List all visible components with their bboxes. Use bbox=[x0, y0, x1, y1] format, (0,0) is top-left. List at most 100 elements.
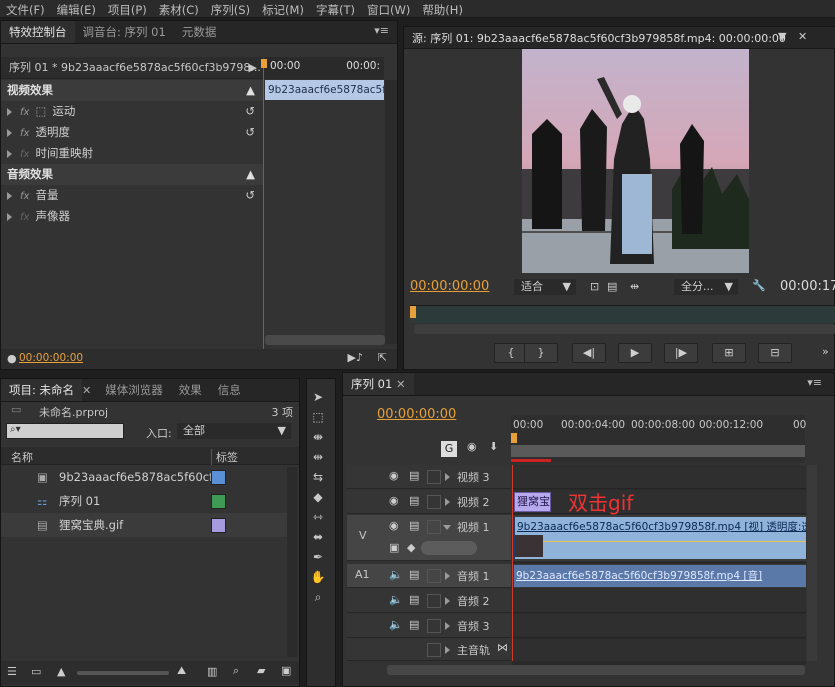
track-audio-2[interactable]: 🔈 ▤ 音频 2 bbox=[347, 589, 511, 613]
lock-box[interactable] bbox=[427, 594, 441, 608]
effect-timeremap-row[interactable]: fx 时间重映射 bbox=[1, 143, 263, 164]
source-dropdown-icon[interactable]: ▼ bbox=[778, 30, 786, 43]
effects-playhead[interactable] bbox=[263, 59, 264, 349]
tab-audio-mixer[interactable]: 调音台: 序列 01 bbox=[75, 21, 174, 43]
effect-motion-row[interactable]: fx ⬚ 运动 ↺ bbox=[1, 101, 263, 122]
expand-icon[interactable] bbox=[445, 646, 450, 654]
hand-tool-icon[interactable]: ✋ bbox=[307, 567, 329, 587]
tab-media-browser[interactable]: 媒体浏览器 bbox=[97, 379, 171, 401]
collapse-up-icon[interactable]: ▲ bbox=[246, 164, 255, 185]
track-video-1[interactable]: V ◉ ▤ 视频 1 ▣ ◆ bbox=[347, 515, 511, 561]
wrench-icon[interactable]: 🔧 bbox=[752, 279, 766, 292]
zoom-out-icon[interactable]: ▲ bbox=[57, 665, 65, 678]
menu-sequence[interactable]: 序列(S) bbox=[205, 0, 256, 18]
lock-box[interactable] bbox=[427, 470, 441, 484]
source-scrollbar[interactable] bbox=[414, 324, 835, 334]
keyframe-nav[interactable] bbox=[421, 541, 477, 555]
effect-volume-row[interactable]: fx 音量 ↺ bbox=[1, 185, 263, 206]
eye-icon[interactable]: ◉ bbox=[389, 519, 399, 532]
icon-view-icon[interactable]: ▭ bbox=[31, 665, 41, 678]
lock-box[interactable] bbox=[427, 619, 441, 633]
panel-menu-icon[interactable]: ▾≡ bbox=[807, 376, 822, 389]
tab-effect-controls[interactable]: 特效控制台 bbox=[1, 21, 75, 43]
reset-icon[interactable]: ↺ bbox=[245, 122, 255, 143]
sync-lock-icon[interactable]: ▤ bbox=[409, 568, 419, 581]
safe-margins-icon[interactable]: ⊡ bbox=[590, 280, 599, 293]
tab-info[interactable]: 信息 bbox=[210, 379, 249, 401]
track-select-tool-icon[interactable]: ⬚ bbox=[307, 407, 329, 427]
effects-time-ruler[interactable]: 00:00 00:00: bbox=[264, 57, 384, 79]
zoom-in-icon[interactable]: ⛰ bbox=[177, 664, 186, 678]
label-color-swatch[interactable] bbox=[211, 518, 226, 533]
track-source-v[interactable]: V bbox=[359, 529, 367, 542]
lock-box[interactable] bbox=[427, 520, 441, 534]
play-button[interactable]: ▶ bbox=[618, 343, 652, 363]
source-time-ruler[interactable] bbox=[410, 305, 835, 323]
timeline-horizontal-scrollbar[interactable] bbox=[387, 665, 805, 675]
insert-button[interactable]: ⊞ bbox=[712, 343, 746, 363]
track-video-3[interactable]: ◉ ▤ 视频 3 bbox=[347, 465, 511, 489]
sync-lock-icon[interactable]: ▤ bbox=[409, 593, 419, 606]
menu-edit[interactable]: 编辑(E) bbox=[51, 0, 102, 18]
source-playhead-handle[interactable] bbox=[410, 306, 416, 318]
sequence-arrow-icon[interactable]: ▶ bbox=[249, 57, 257, 78]
effects-horizontal-scrollbar[interactable] bbox=[265, 335, 385, 345]
col-name[interactable]: 名称 bbox=[11, 449, 33, 465]
timeline-timecode[interactable]: 00:00:00:00 bbox=[377, 407, 456, 422]
lock-box[interactable] bbox=[427, 495, 441, 509]
automate-icon[interactable]: ▥ bbox=[207, 665, 217, 678]
reset-icon[interactable]: ↺ bbox=[245, 101, 255, 122]
list-item[interactable]: ▣ 9b23aaacf6e5878ac5f60cf3 bbox=[1, 465, 291, 489]
tab-metadata[interactable]: 元数据 bbox=[174, 21, 225, 43]
list-item[interactable]: ▤ 狸窝宝典.gif bbox=[1, 513, 291, 537]
effects-vertical-scrollbar[interactable] bbox=[385, 80, 397, 344]
new-item-icon[interactable]: ▣ bbox=[281, 664, 291, 677]
eye-icon[interactable]: ◉ bbox=[389, 494, 399, 507]
timeline-playhead[interactable] bbox=[512, 465, 513, 661]
menu-clip[interactable]: 素材(C) bbox=[153, 0, 205, 18]
step-forward-button[interactable]: |▶ bbox=[664, 343, 698, 363]
expand-icon[interactable] bbox=[7, 128, 12, 137]
timeline-vertical-scrollbar[interactable] bbox=[807, 465, 817, 661]
col-label[interactable]: 标签 bbox=[211, 449, 238, 465]
expand-icon[interactable] bbox=[445, 572, 450, 580]
display-style-icon[interactable]: ▣ bbox=[389, 541, 399, 554]
sync-lock-icon[interactable]: ▤ bbox=[409, 494, 419, 507]
overlay-button[interactable]: ⊟ bbox=[758, 343, 792, 363]
track-video-2[interactable]: ◉ ▤ 视频 2 bbox=[347, 490, 511, 514]
collapse-icon[interactable] bbox=[443, 525, 451, 530]
expand-icon[interactable] bbox=[7, 212, 12, 221]
project-vertical-scrollbar[interactable] bbox=[287, 467, 297, 657]
video-clip[interactable]: 9b23aaacf6e5878ac5f60cf3b979858f.mp4 [视]… bbox=[514, 517, 806, 559]
zoom-tool-icon[interactable]: ⌕ bbox=[307, 587, 329, 607]
menu-window[interactable]: 窗口(W) bbox=[361, 0, 416, 18]
step-back-button[interactable]: ◀| bbox=[572, 343, 606, 363]
export-icon[interactable]: ⇱ bbox=[378, 351, 387, 364]
rolling-edit-tool-icon[interactable]: ⇹ bbox=[307, 447, 329, 467]
label-color-swatch[interactable] bbox=[211, 494, 226, 509]
playback-icon[interactable]: ⇹ bbox=[630, 280, 639, 293]
ripple-edit-tool-icon[interactable]: ⇼ bbox=[307, 427, 329, 447]
opacity-line[interactable] bbox=[543, 541, 806, 542]
expand-icon[interactable] bbox=[445, 473, 450, 481]
filmstrip-icon[interactable]: ▤ bbox=[607, 280, 617, 293]
effect-opacity-row[interactable]: fx 透明度 ↺ bbox=[1, 122, 263, 143]
speaker-icon[interactable]: 🔈 bbox=[389, 593, 403, 606]
expand-icon[interactable] bbox=[445, 498, 450, 506]
lock-box[interactable] bbox=[427, 569, 441, 583]
tab-close-icon[interactable]: ✕ bbox=[396, 377, 406, 391]
mark-out-button[interactable]: } bbox=[524, 343, 558, 363]
fx-icon[interactable]: fx bbox=[20, 191, 29, 202]
track-source-a[interactable]: A1 bbox=[355, 568, 370, 581]
fit-select[interactable]: 适合 ▼ bbox=[514, 279, 576, 295]
speaker-icon[interactable]: 🔈 bbox=[389, 618, 403, 631]
more-icon[interactable]: » bbox=[822, 345, 829, 358]
effect-panner-row[interactable]: fx 声像器 bbox=[1, 206, 263, 227]
selection-tool-icon[interactable]: ➤ bbox=[307, 387, 329, 407]
close-icon[interactable]: ✕ bbox=[798, 30, 807, 43]
snap-icon[interactable]: G bbox=[441, 441, 457, 457]
menu-help[interactable]: 帮助(H) bbox=[416, 0, 469, 18]
tab-sequence[interactable]: 序列 01 ✕ bbox=[343, 373, 414, 395]
tab-effects[interactable]: 效果 bbox=[171, 379, 210, 401]
lock-box[interactable] bbox=[427, 643, 441, 657]
